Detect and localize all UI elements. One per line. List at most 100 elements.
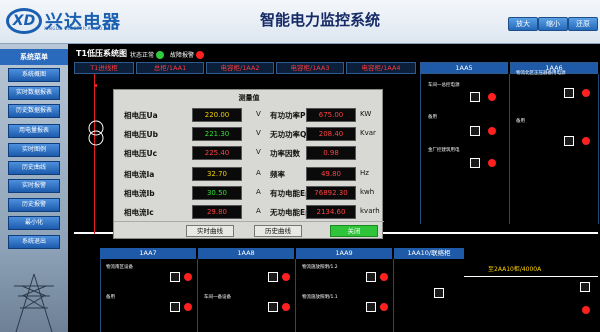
frequency-label: 频率	[270, 170, 285, 179]
app-title: 智能电力监控系统	[260, 11, 381, 29]
panel-1aa9[interactable]: 1AA9	[296, 248, 392, 259]
breaker-switch[interactable]	[564, 136, 574, 146]
tie-breaker-switch[interactable]	[434, 288, 444, 298]
ub-label: 相电压Ub	[124, 130, 158, 139]
ib-value: 30.50	[192, 186, 242, 200]
ua-label: 相电压Ua	[124, 111, 158, 120]
close-button[interactable]: 关闭	[330, 225, 378, 237]
feeder-label: 物流施放照明/1.1	[302, 295, 338, 300]
frequency-unit: Hz	[360, 169, 369, 177]
fault-indicator	[380, 303, 388, 311]
ic-value: 29.80	[192, 205, 242, 219]
feeder-label: 备用	[516, 119, 525, 124]
sidebar-item-history-curve[interactable]: 历史曲线	[8, 161, 60, 175]
ub-unit: V	[256, 129, 261, 137]
panel-1aa10[interactable]: 1AA10/联络柜	[394, 248, 464, 259]
frequency-value: 49.80	[306, 167, 356, 181]
status-fault-indicator	[196, 51, 204, 59]
feeder-label: 物流南区设备	[106, 265, 133, 270]
feeder-label: 备用	[428, 115, 437, 120]
panel-1aa4[interactable]: 电容柜/1AA4	[346, 62, 416, 74]
zoom-in-button[interactable]: 放大	[508, 17, 538, 31]
ia-value: 32.70	[192, 167, 242, 181]
feeder-label: 车间一备设备	[204, 295, 231, 300]
power-tower-icon	[14, 273, 54, 332]
feeder-label: 物流施放照明/1.2	[302, 265, 338, 270]
grid-divider	[100, 259, 101, 332]
grid-divider	[295, 259, 296, 332]
fault-indicator	[488, 93, 496, 101]
dialog-separator	[114, 221, 384, 222]
app-header: XD 兴达电器 XINGDA ELECTRICAL CO.,LTD 智能电力监控…	[0, 0, 600, 44]
ic-label: 相电流Ic	[124, 208, 154, 217]
reactive-energy-value: 2134.60	[306, 205, 356, 219]
breaker-switch[interactable]	[366, 272, 376, 282]
legend-normal-label: 状态正常	[130, 52, 155, 59]
panel-t1-incoming[interactable]: T1进线柜	[74, 62, 134, 74]
fault-indicator	[282, 273, 290, 281]
fault-indicator	[184, 273, 192, 281]
fault-indicator	[488, 127, 496, 135]
fault-indicator	[582, 306, 590, 314]
breaker-switch[interactable]	[470, 158, 480, 168]
company-logo: XD 兴达电器	[6, 6, 121, 36]
uc-label: 相电压Uc	[124, 149, 158, 158]
active-energy-unit: kwh	[360, 188, 375, 196]
breaker-switch[interactable]	[580, 282, 590, 292]
reactive-energy-unit: kvarh	[360, 207, 380, 215]
transformer-icon	[88, 120, 104, 146]
panel-1aa5[interactable]: 1AA5	[420, 62, 508, 74]
ua-value: 220.00	[192, 108, 242, 122]
active-power-value: 675.00	[306, 108, 356, 122]
ia-unit: A	[256, 169, 261, 177]
panel-1aa1[interactable]: 总柜/1AA1	[136, 62, 204, 74]
breaker-switch[interactable]	[470, 126, 480, 136]
uc-value: 225.40	[192, 146, 242, 160]
panel-1aa8[interactable]: 1AA8	[198, 248, 294, 259]
reactive-power-value: 208.40	[306, 127, 356, 141]
sidebar-item-realtime-report[interactable]: 实时数据报表	[8, 86, 60, 100]
ub-value: 221.30	[192, 127, 242, 141]
status-normal-indicator	[156, 51, 164, 59]
zoom-out-button[interactable]: 缩小	[538, 17, 568, 31]
sidebar-item-history-alarm[interactable]: 历史报警	[8, 198, 60, 212]
sidebar-item-history-report[interactable]: 历史数据报表	[8, 104, 60, 118]
panel-1aa3[interactable]: 电容柜/1AA3	[276, 62, 344, 74]
active-power-label: 有功功率P	[270, 111, 306, 120]
uc-unit: V	[256, 148, 261, 156]
fault-indicator	[380, 273, 388, 281]
sidebar-item-exit[interactable]: 系统退出	[8, 235, 60, 249]
sidebar-item-minimize[interactable]: 最小化	[8, 216, 60, 230]
ua-unit: V	[256, 110, 261, 118]
logo-subtitle: XINGDA ELECTRICAL CO.,LTD	[44, 26, 115, 31]
sidebar-item-realtime-alarm[interactable]: 实时报警	[8, 179, 60, 193]
breaker-switch[interactable]	[170, 302, 180, 312]
restore-button[interactable]: 还原	[568, 17, 598, 31]
sidebar-item-realtime-legend[interactable]: 实时图例	[8, 143, 60, 157]
feeder-label: 物流北区正压器备用电源	[516, 71, 566, 76]
grid-divider	[509, 74, 510, 224]
panel-1aa7[interactable]: 1AA7	[100, 248, 196, 259]
reactive-power-unit: Kvar	[360, 129, 376, 137]
breaker-switch[interactable]	[268, 272, 278, 282]
legend-fault-label: 故障报警	[170, 52, 195, 59]
grid-divider	[598, 74, 599, 224]
sidebar-item-system-overview[interactable]: 系统概图	[8, 68, 60, 82]
breaker-switch[interactable]	[268, 302, 278, 312]
history-curve-button[interactable]: 历史曲线	[254, 225, 302, 237]
active-energy-label: 有功电能Ep	[270, 189, 311, 198]
realtime-curve-button[interactable]: 实时曲线	[186, 225, 234, 237]
breaker-switch[interactable]	[170, 272, 180, 282]
diagram-title: T1低压系统图	[76, 49, 128, 58]
sidebar-item-consumption-report[interactable]: 用电量报表	[8, 124, 60, 138]
breaker-switch[interactable]	[564, 88, 574, 98]
tie-destination-label: 至2AA10柜/4000A	[488, 266, 542, 273]
breaker-switch[interactable]	[366, 302, 376, 312]
power-factor-value: 0.98	[306, 146, 356, 160]
grid-divider	[420, 74, 421, 224]
panel-1aa2[interactable]: 电容柜/1AA2	[206, 62, 274, 74]
feeder-label: 备用	[106, 295, 115, 300]
breaker-switch[interactable]	[470, 92, 480, 102]
feeder-label: 车间一总控电源	[428, 83, 460, 88]
sidebar-heading: 系统菜单	[0, 49, 68, 65]
